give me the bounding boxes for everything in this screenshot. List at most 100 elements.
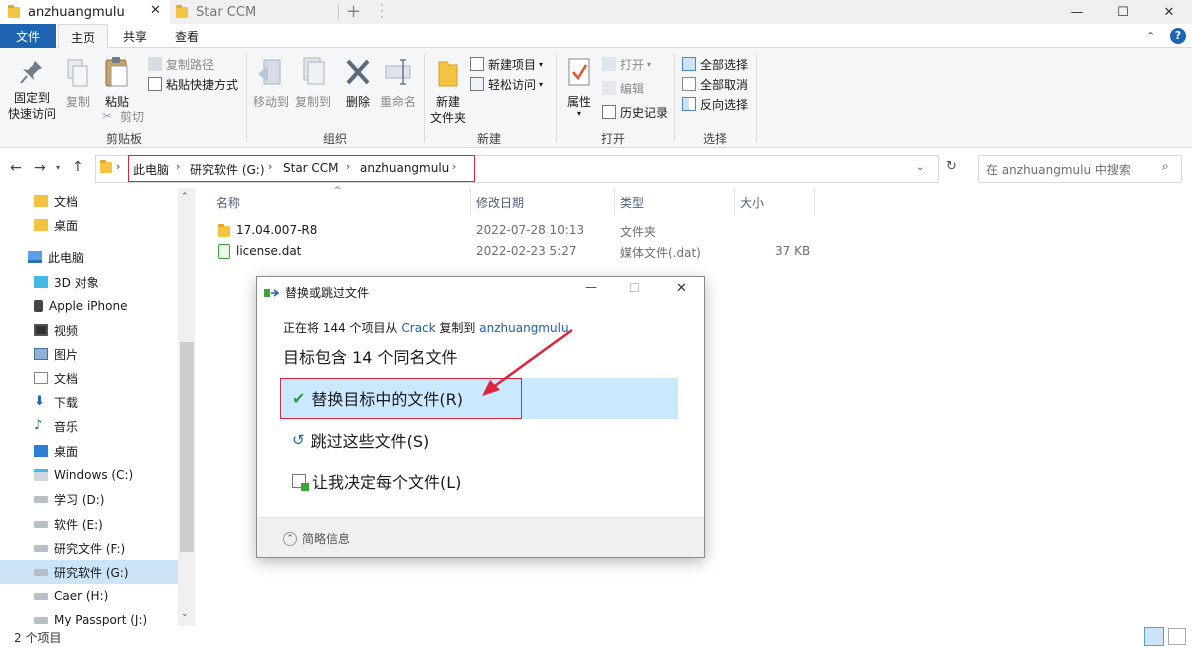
nav-item-label: Apple iPhone <box>49 299 128 313</box>
less-info-toggle[interactable]: ⌃ 简略信息 <box>283 530 350 547</box>
file-name: 17.04.007-R8 <box>236 223 318 237</box>
column-divider[interactable] <box>734 188 735 216</box>
nav-item[interactable]: Windows (C:) <box>0 463 178 487</box>
search-icon[interactable]: ⌕ <box>1162 159 1169 174</box>
select-all-button[interactable]: 全部选择 <box>682 55 748 73</box>
phone-icon <box>34 300 43 312</box>
drive-icon <box>34 520 48 528</box>
chevron-right-icon[interactable]: › <box>268 160 272 173</box>
replace-files-option[interactable]: ✔ 替换目标中的文件(R) <box>292 387 463 410</box>
properties-check-icon <box>568 58 590 86</box>
nav-item[interactable]: 研究软件 (G:) <box>0 560 178 584</box>
scroll-down-arrow-icon[interactable]: ⌄ <box>181 609 189 619</box>
document-icon <box>34 372 48 384</box>
select-none-button[interactable]: 全部取消 <box>682 75 748 93</box>
nav-item[interactable]: Apple iPhone <box>0 294 178 318</box>
tab-menu-icon[interactable]: · · · <box>380 0 384 23</box>
column-divider[interactable] <box>614 188 615 216</box>
nav-item[interactable]: 视频 <box>0 318 178 342</box>
breadcrumb-star-ccm[interactable]: Star CCM <box>283 161 339 175</box>
copy-to-icon <box>303 57 325 85</box>
address-history-dropdown[interactable]: ⌄ <box>916 162 924 173</box>
column-header-name[interactable]: 名称 <box>216 194 240 211</box>
dialog-title: 替换或跳过文件 <box>285 286 370 300</box>
nav-item[interactable]: 研究文件 (F:) <box>0 536 178 560</box>
nav-item[interactable]: 桌面 <box>0 213 178 237</box>
column-header-date[interactable]: 修改日期 <box>476 194 524 211</box>
file-size: 37 KB <box>775 244 811 258</box>
nav-item[interactable]: 桌面 <box>0 439 178 463</box>
scroll-up-arrow-icon[interactable]: ⌃ <box>181 192 189 202</box>
breadcrumb-drive-g[interactable]: 研究软件 (G:) <box>190 161 265 178</box>
decide-each-icon <box>292 474 309 491</box>
delete-button[interactable]: 删除 <box>340 56 376 110</box>
file-type: 媒体文件(.dat) <box>620 246 701 260</box>
copy-to-button[interactable]: 复制到 <box>292 56 334 110</box>
breadcrumb-anzhuangmulu[interactable]: anzhuangmulu <box>360 161 449 175</box>
refresh-icon[interactable]: ↻ <box>946 159 957 174</box>
nav-item[interactable]: 学习 (D:) <box>0 487 178 511</box>
close-window-button[interactable]: ✕ <box>1146 0 1192 24</box>
nav-item[interactable]: My Passport (J:) <box>0 608 178 626</box>
nav-item[interactable]: 文档 <box>0 366 178 390</box>
properties-button[interactable]: 属性 ▾ <box>562 56 596 118</box>
column-divider[interactable] <box>814 188 815 216</box>
chevron-up-icon: ⌃ <box>283 531 297 546</box>
invert-selection-icon <box>682 97 696 111</box>
decide-each-file-option[interactable]: 让我决定每个文件(L) <box>292 470 461 492</box>
ribbon-separator <box>424 54 425 142</box>
nav-item[interactable]: ⬇ 下载 <box>0 390 178 414</box>
new-folder-button[interactable]: 新建 文件夹 <box>428 56 468 126</box>
table-row[interactable]: 17.04.007-R8 2022-07-28 10:13 文件夹 <box>210 220 814 240</box>
nav-item[interactable]: 软件 (E:) <box>0 512 178 536</box>
skip-files-option[interactable]: ↺ 跳过这些文件(S) <box>292 429 429 451</box>
large-icons-view-icon[interactable] <box>1168 628 1186 645</box>
tab-star-ccm[interactable]: Star CCM <box>170 0 338 24</box>
annotation-arrow <box>482 328 573 396</box>
chevron-right-icon[interactable]: › <box>452 160 456 173</box>
nav-scrollbar-thumb[interactable] <box>180 342 194 552</box>
item-count: 2 个项目 <box>14 631 62 645</box>
nav-item-label: Windows (C:) <box>54 468 134 482</box>
history-button[interactable]: 历史记录 <box>602 103 668 121</box>
open-button[interactable]: 打开 ▾ <box>602 55 651 73</box>
dropdown-arrow-icon: ▾ <box>647 59 652 69</box>
dialog-minimize-button[interactable]: — <box>585 280 597 294</box>
edit-button[interactable]: 编辑 <box>602 79 644 97</box>
drive-icon <box>34 495 48 503</box>
rename-button[interactable]: 重命名 <box>376 56 420 110</box>
collapse-ribbon-icon[interactable]: ⌃ <box>1146 30 1155 43</box>
nav-item[interactable]: 此电脑 <box>0 245 178 269</box>
rename-icon <box>385 59 411 85</box>
minimize-button[interactable]: — <box>1054 0 1100 24</box>
chevron-right-icon[interactable]: › <box>346 160 350 173</box>
dropdown-arrow-icon: ▾ <box>539 79 544 89</box>
desktop-icon <box>34 445 48 457</box>
column-header-size[interactable]: 大小 <box>740 194 764 211</box>
help-icon[interactable]: ? <box>1170 28 1186 44</box>
nav-item[interactable]: ♪ 音乐 <box>0 414 178 438</box>
nav-item[interactable]: 文档 <box>0 189 178 213</box>
column-header-type[interactable]: 类型 <box>620 194 644 211</box>
table-row[interactable]: license.dat 2022-02-23 5:27 媒体文件(.dat) 3… <box>210 241 814 261</box>
maximize-button[interactable]: ☐ <box>1100 0 1146 24</box>
nav-item[interactable]: 图片 <box>0 342 178 366</box>
nav-item[interactable]: 3D 对象 <box>0 270 178 294</box>
history-icon <box>602 105 616 119</box>
search-input[interactable]: 在 anzhuangmulu 中搜索 <box>986 161 1131 178</box>
nav-item[interactable]: Caer (H:) <box>0 584 178 608</box>
column-divider[interactable] <box>470 188 471 216</box>
new-tab-button[interactable]: + <box>346 1 361 22</box>
new-item-button[interactable]: 新建项目 ▾ <box>470 55 543 73</box>
source-folder-link[interactable]: Crack <box>401 321 435 335</box>
invert-selection-button[interactable]: 反向选择 <box>682 95 748 113</box>
easy-access-button[interactable]: 轻松访问 ▾ <box>470 75 543 93</box>
status-bar <box>0 626 1192 648</box>
details-view-icon[interactable] <box>1144 627 1164 646</box>
dialog-close-button[interactable]: ✕ <box>676 281 687 296</box>
nav-item-label: 桌面 <box>54 444 79 459</box>
move-to-button[interactable]: 移动到 <box>250 56 292 110</box>
tab-label: Star CCM <box>196 4 257 20</box>
nav-item-label: My Passport (J:) <box>54 613 148 626</box>
ribbon-separator <box>756 54 757 142</box>
